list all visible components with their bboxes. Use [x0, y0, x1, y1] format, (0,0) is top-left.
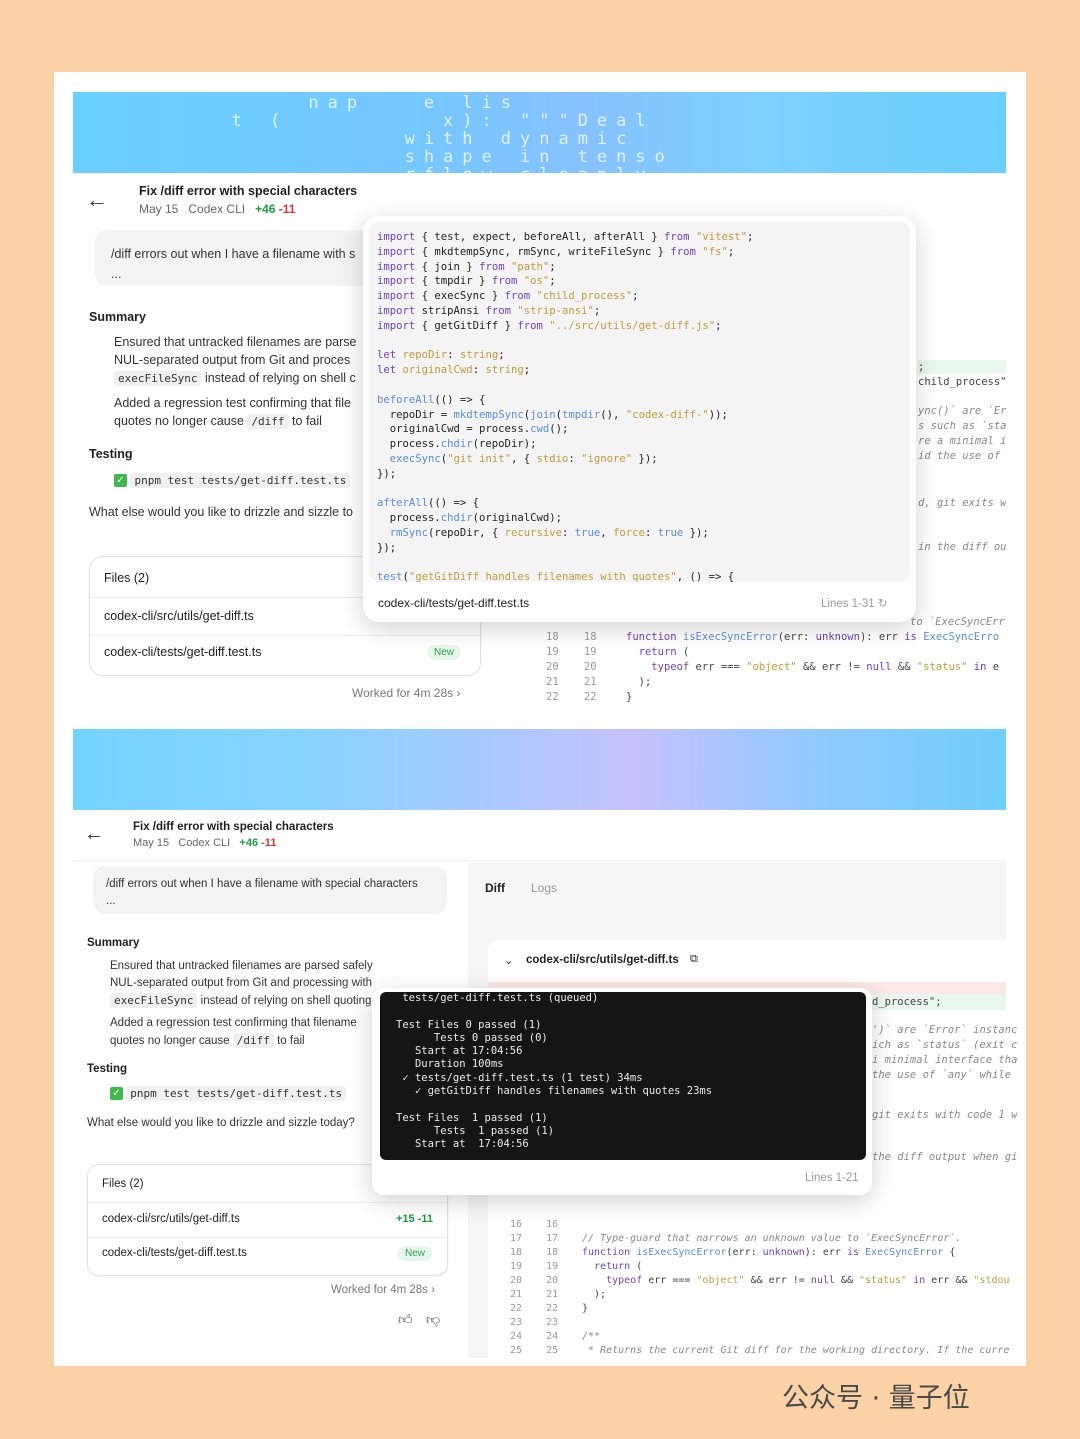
worked-duration[interactable]: Worked for 4m 28s › [352, 686, 461, 700]
popup-lines: Lines 1-21 [805, 1172, 859, 1184]
summary-bullet-2: •Added a regression test confirming that… [114, 396, 351, 429]
file-link[interactable]: codex-cli/src/utils/get-diff.ts [104, 609, 254, 623]
copy-icon[interactable]: ⧉ [690, 953, 698, 966]
code-preview-popup: import { test, expect, beforeAll, afterA… [363, 216, 916, 622]
ask-prompt: What else would you like to drizzle and … [87, 1117, 355, 1129]
task-meta: May 15 Codex CLI +46 -11 [139, 202, 296, 216]
banner-code-text: nap e lis t ( x): """Deal with dynamic s… [231, 93, 674, 173]
testing-heading: Testing [89, 447, 133, 461]
new-badge: New [427, 645, 462, 660]
files-heading: Files (2) [102, 1178, 144, 1190]
banner-bottom: d e f shap e _li st( x """Dea [73, 729, 1006, 810]
file-link[interactable]: codex-cli/tests/get-diff.test.ts [102, 1247, 247, 1259]
summary-bullet-1: •Ensured that untracked filenames are pa… [114, 335, 357, 386]
testing-item: •✓ pnpm test tests/get-diff.test.ts [114, 471, 364, 490]
diff-filename: codex-cli/src/utils/get-diff.ts [526, 954, 679, 966]
user-prompt: /diff errors out when I have a filename … [93, 866, 447, 914]
worked-duration[interactable]: Worked for 4m 28s › [331, 1284, 435, 1296]
summary-heading: Summary [87, 937, 140, 949]
thumbs-up-icon[interactable]: 👍︎ [398, 1311, 413, 1328]
tab-diff[interactable]: Diff [485, 881, 505, 895]
test-output-popup: tests/get-diff.test.ts (queued) Test Fil… [372, 988, 872, 1195]
testing-heading: Testing [87, 1063, 128, 1075]
back-arrow-icon[interactable]: ← [86, 187, 108, 213]
summary-heading: Summary [89, 310, 146, 324]
summary-bullet-1: •Ensured that untracked filenames are pa… [110, 960, 374, 1008]
testing-item: •✓ pnpm test tests/get-diff.test.ts [110, 1085, 374, 1103]
popup-lines: Lines 1-31 ↻ [821, 598, 888, 610]
user-prompt: /diff errors out when I have a filename … [95, 230, 385, 286]
file-stats: +15 -11 [396, 1213, 434, 1225]
task-meta: May 15 Codex CLI +46 -11 [133, 837, 277, 849]
file-link[interactable]: codex-cli/src/utils/get-diff.ts [102, 1213, 240, 1225]
banner-top: nap e lis t ( x): """Deal with dynamic s… [73, 92, 1006, 173]
chevron-down-icon[interactable]: ⌄ [504, 954, 513, 967]
ask-prompt: What else would you like to drizzle and … [89, 505, 354, 519]
banner-code-text: d e f shap e _li st( x """Dea [833, 749, 1006, 810]
watermark: 公众号 · 量子位 [782, 1383, 970, 1414]
summary-bullet-2: •Added a regression test confirming that… [110, 1017, 357, 1048]
check-icon: ✓ [110, 1087, 123, 1101]
tab-logs[interactable]: Logs [531, 881, 557, 895]
files-heading: Files (2) [104, 571, 150, 585]
file-link[interactable]: codex-cli/tests/get-diff.test.ts [104, 645, 261, 659]
task-title: Fix /diff error with special characters [133, 821, 334, 833]
test-file-code: import { test, expect, beforeAll, afterA… [377, 231, 754, 584]
terminal-output: tests/get-diff.test.ts (queued) Test Fil… [380, 992, 866, 1160]
popup-filename: codex-cli/tests/get-diff.test.ts [378, 596, 530, 610]
back-arrow-icon[interactable]: ← [84, 823, 104, 846]
thumbs-down-icon[interactable]: 👎︎ [426, 1311, 440, 1328]
check-icon: ✓ [114, 474, 127, 488]
task-title: Fix /diff error with special characters [139, 184, 358, 198]
new-badge: New [398, 1246, 433, 1261]
